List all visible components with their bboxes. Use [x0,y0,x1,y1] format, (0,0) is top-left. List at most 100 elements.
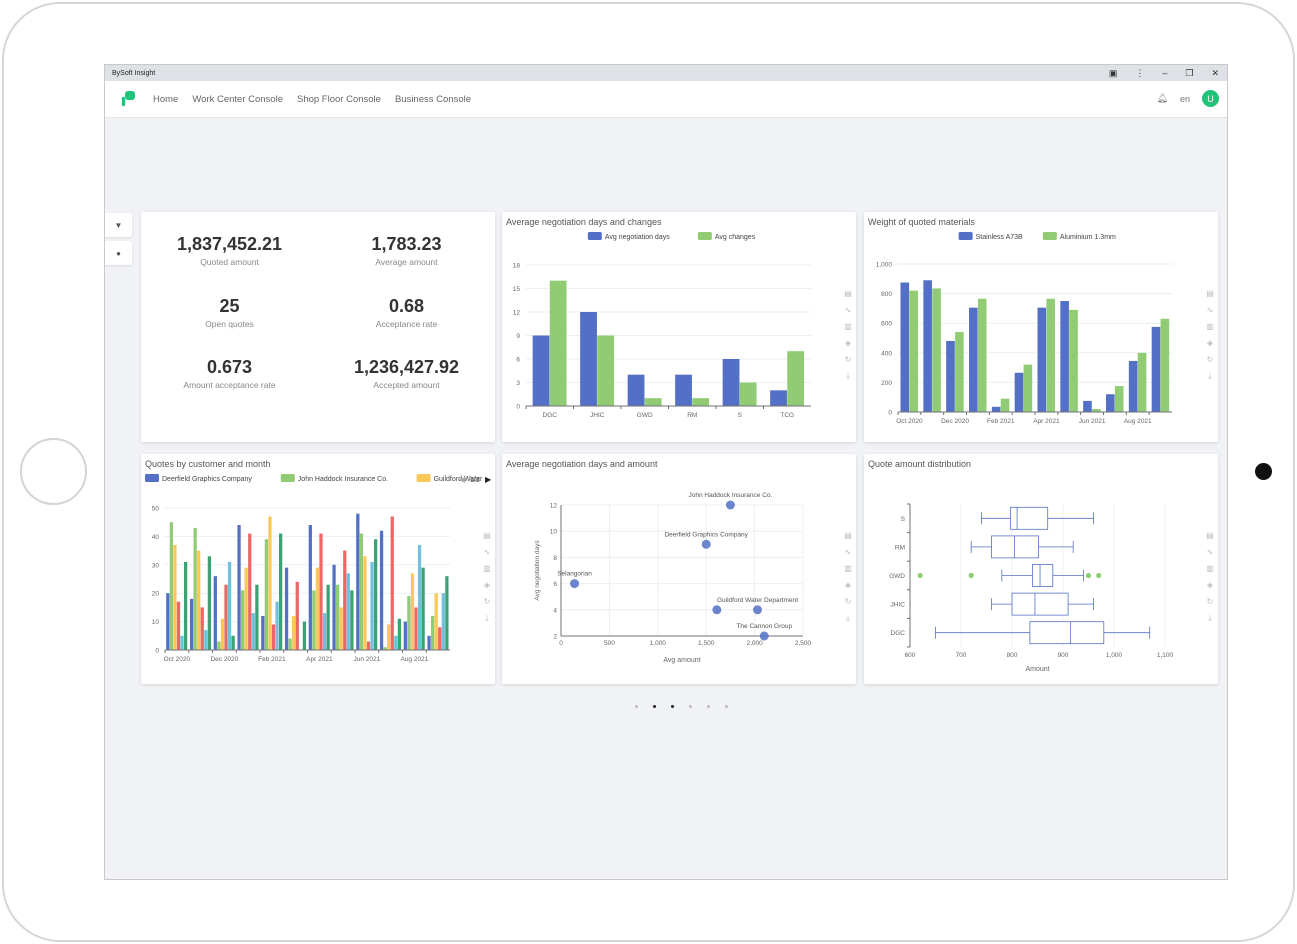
bar [1037,307,1047,412]
nav-home[interactable]: Home [153,94,178,105]
bar [284,567,289,650]
bar [900,282,910,412]
bar-chart-icon[interactable]: ▥ [483,564,491,573]
legend-next-icon[interactable]: ▶ [485,475,492,484]
nav-business-console[interactable]: Business Console [395,94,471,105]
nav-shop-floor-console[interactable]: Shop Floor Console [297,94,381,105]
x-tick-label: TCG [780,412,794,419]
restore-icon[interactable]: ↻ [1207,597,1214,606]
page-dot[interactable] [653,705,656,708]
settings-icon[interactable]: ● [105,241,132,265]
box-iqr [1031,564,1054,587]
download-icon[interactable]: ⤓ [1208,614,1212,623]
bar [1160,318,1170,412]
bar [315,567,320,650]
stack-icon[interactable]: ◈ [1207,339,1214,348]
bar [532,335,550,406]
more-icon[interactable]: ⋮ [1135,68,1144,79]
stack-icon[interactable]: ◈ [484,581,491,590]
page-dot[interactable] [689,705,692,708]
bar [176,601,181,650]
restore-icon[interactable]: ↻ [845,355,852,364]
filter-icon[interactable]: ▼ [105,213,132,237]
bar [213,576,217,650]
nav-work-center-console[interactable]: Work Center Console [192,94,283,105]
download-icon[interactable]: ⤓ [846,372,850,381]
home-button[interactable] [20,438,87,505]
bar [166,593,170,650]
translate-icon[interactable]: ▣ [1109,68,1118,79]
line-chart-icon[interactable]: ∿ [484,548,491,557]
legend-item[interactable]: John Haddock Insurance Co. [280,474,388,483]
scatter-point [725,500,735,510]
kpi-value: 0.673 [206,357,253,377]
line-chart-icon[interactable]: ∿ [1207,306,1214,315]
legend-label: Avg negotiation days [605,234,670,241]
minimize-icon[interactable]: – [1162,68,1167,78]
restore-icon[interactable]: ↻ [1207,355,1214,364]
bar [244,567,248,650]
data-view-icon[interactable]: ▤ [844,531,852,540]
x-tick-label: 1,100 [1157,652,1174,659]
legend-item[interactable]: Deerfield Graphics Company [145,474,252,483]
kpi-label: Quoted amount [200,257,259,267]
legend-item[interactable]: Aluminium 1.3mm [1042,232,1116,241]
language-selector[interactable]: en [1180,94,1190,104]
bar [722,359,740,406]
data-view-icon[interactable]: ▤ [1206,531,1214,540]
bar [946,340,955,412]
legend-prev-icon[interactable]: ◀ [459,475,466,484]
line-chart-icon[interactable]: ∿ [845,306,852,315]
legend-swatch [280,474,295,482]
avatar[interactable]: U [1202,90,1219,107]
data-view-icon[interactable]: ▤ [1206,289,1214,298]
restore-icon[interactable]: ↻ [845,597,852,606]
y-tick-label: RM [895,544,905,551]
y-tick-label: 9 [516,333,520,340]
bar [359,533,364,650]
stack-icon[interactable]: ◈ [845,339,852,348]
legend-item[interactable]: Stainless A73B [958,232,1023,241]
bar-chart-icon[interactable]: ▥ [844,322,852,331]
download-icon[interactable]: ⤓ [846,614,850,623]
outlier-point [917,572,923,579]
x-tick-label: 600 [905,652,916,659]
point-label: The Cannon Group [736,623,792,630]
stack-icon[interactable]: ◈ [1207,581,1214,590]
data-view-icon[interactable]: ▤ [844,289,852,298]
x-tick-label: Aug 2021 [1124,418,1152,425]
logo[interactable] [121,91,135,107]
bar [421,567,425,650]
scatter-point [759,631,769,641]
download-icon[interactable]: ⤓ [485,614,489,623]
page-dot[interactable] [725,705,728,708]
stack-icon[interactable]: ◈ [845,581,852,590]
bell-icon[interactable]: 🔔︎ [1157,93,1168,104]
y-tick-label: 8 [553,555,557,562]
data-view-icon[interactable]: ▤ [483,531,491,540]
scatter-point [712,605,722,615]
y-tick-label: 0 [888,410,892,417]
download-icon[interactable]: ⤓ [1208,372,1212,381]
restore-icon[interactable]: ❐ [1185,68,1193,79]
bar-chart-icon[interactable]: ▥ [1206,322,1214,331]
page-dot[interactable] [635,705,638,708]
page-dot[interactable] [671,705,674,708]
line-chart-icon[interactable]: ∿ [845,548,852,557]
bar [251,613,255,650]
close-icon[interactable]: ✕ [1211,68,1219,79]
bar-chart-icon[interactable]: ▥ [1206,564,1214,573]
bar [370,561,374,650]
y-tick-label: 20 [152,591,160,598]
bar [200,607,204,650]
y-tick-label: 4 [553,607,557,614]
legend-item[interactable]: Avg negotiation days [587,232,670,241]
legend-item[interactable]: Avg changes [697,232,756,241]
line-chart-icon[interactable]: ∿ [1207,548,1214,557]
restore-icon[interactable]: ↻ [484,597,491,606]
box-iqr [991,535,1039,559]
scatter-point [570,579,580,589]
bar [991,406,1001,412]
bar-chart-icon[interactable]: ▥ [844,564,852,573]
page-dot[interactable] [707,705,710,708]
